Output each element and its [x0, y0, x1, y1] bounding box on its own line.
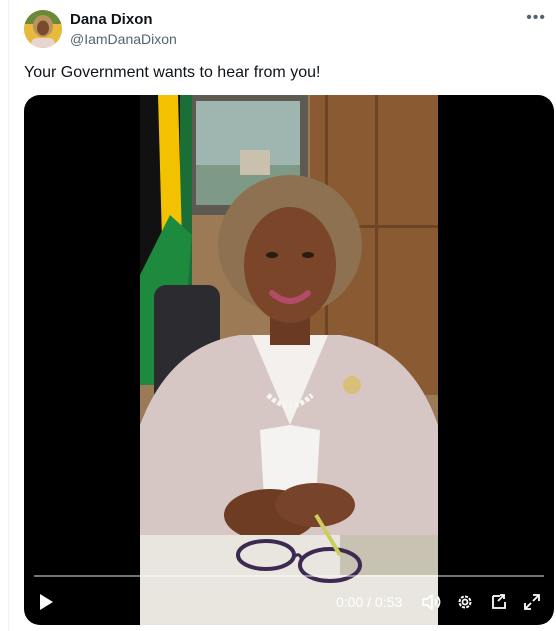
picture-in-picture-icon: [492, 594, 506, 609]
time-display: 0:00 / 0:53: [336, 593, 402, 611]
more-options-icon[interactable]: •••: [526, 9, 546, 27]
fullscreen-button[interactable]: [521, 579, 543, 625]
profile-photo: [24, 10, 62, 48]
tweet: Dana Dixon @IamDanaDixon ••• Your Govern…: [0, 0, 556, 631]
time-separator: /: [363, 594, 375, 610]
author-name[interactable]: Dana Dixon: [70, 11, 153, 29]
video-thumbnail: [140, 95, 438, 625]
volume-button[interactable]: [420, 579, 442, 625]
current-time: 0:00: [336, 594, 364, 610]
volume-icon: [422, 594, 441, 610]
play-icon: [40, 594, 53, 610]
video-frame: [140, 95, 438, 625]
play-button[interactable]: [34, 579, 58, 625]
thread-divider: [8, 0, 9, 631]
video-player[interactable]: 0:00 / 0:53: [24, 95, 554, 625]
picture-in-picture-button[interactable]: [488, 579, 510, 625]
fullscreen-icon: [524, 594, 540, 610]
avatar[interactable]: [24, 10, 62, 48]
progress-bar[interactable]: [34, 575, 544, 577]
duration: 0:53: [374, 594, 403, 610]
settings-icon: [458, 595, 472, 609]
video-controls: 0:00 / 0:53: [24, 579, 554, 625]
settings-button[interactable]: [454, 579, 476, 625]
author-handle[interactable]: @IamDanaDixon: [70, 31, 177, 48]
post-text: Your Government wants to hear from you!: [24, 64, 321, 81]
